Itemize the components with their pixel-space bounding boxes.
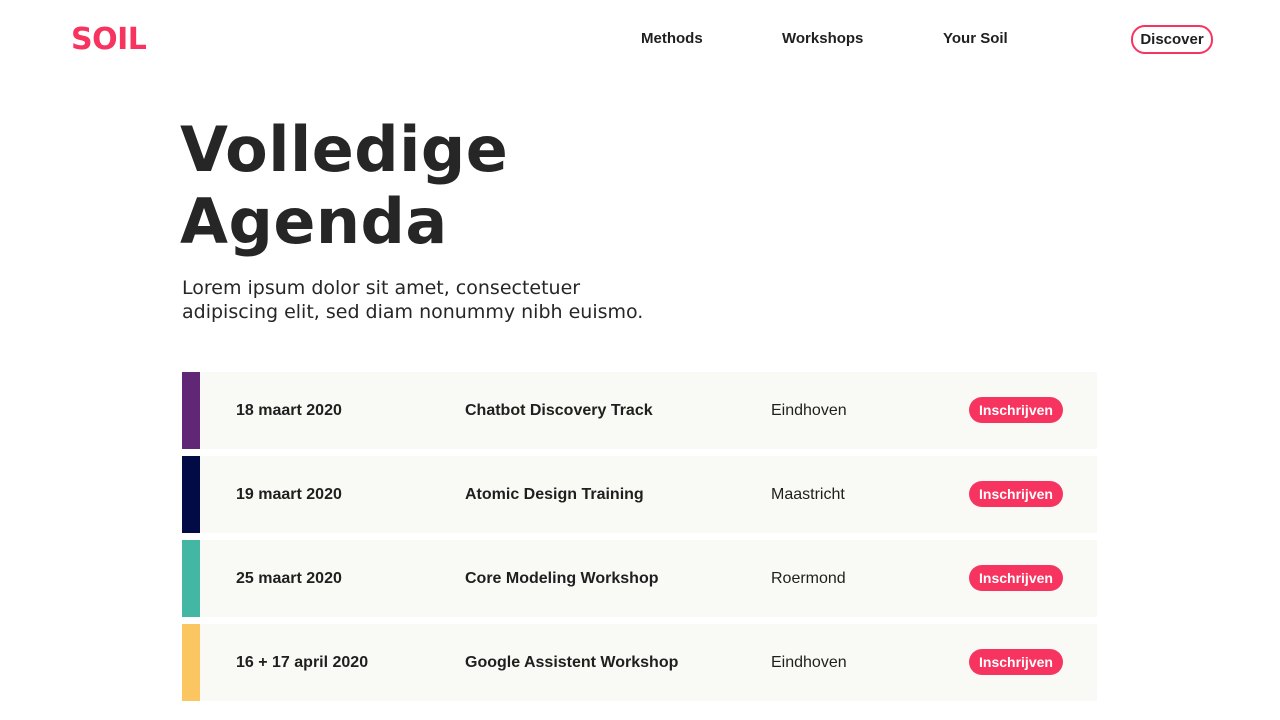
agenda-row: 25 maart 2020 Core Modeling Workshop Roe… <box>182 540 1097 617</box>
signup-button[interactable]: Inschrijven <box>969 649 1063 675</box>
agenda-color-bar <box>182 540 200 617</box>
agenda-row: 18 maart 2020 Chatbot Discovery Track Ei… <box>182 372 1097 449</box>
page-title-line-1: Volledige <box>180 113 509 186</box>
page-title-line-2: Agenda <box>180 185 448 258</box>
agenda-color-bar <box>182 624 200 701</box>
agenda-row: 16 + 17 april 2020 Google Assistent Work… <box>182 624 1097 701</box>
agenda-list: 18 maart 2020 Chatbot Discovery Track Ei… <box>182 372 1097 708</box>
agenda-row: 19 maart 2020 Atomic Design Training Maa… <box>182 456 1097 533</box>
agenda-event-name: Atomic Design Training <box>465 485 644 503</box>
intro-text: Lorem ipsum dolor sit amet, consectetuer… <box>182 276 682 324</box>
signup-button[interactable]: Inschrijven <box>969 397 1063 423</box>
signup-button[interactable]: Inschrijven <box>969 565 1063 591</box>
agenda-event-name: Chatbot Discovery Track <box>465 401 653 419</box>
agenda-color-bar <box>182 372 200 449</box>
agenda-date: 18 maart 2020 <box>236 401 342 419</box>
agenda-location: Eindhoven <box>771 653 847 671</box>
agenda-date: 19 maart 2020 <box>236 485 342 503</box>
discover-button[interactable]: Discover <box>1131 25 1213 54</box>
nav-methods[interactable]: Methods <box>641 29 703 49</box>
agenda-event-name: Core Modeling Workshop <box>465 569 659 587</box>
agenda-date: 25 maart 2020 <box>236 569 342 587</box>
page: SOIL Methods Workshops Your Soil Discove… <box>0 0 1280 720</box>
intro-text-line-1: Lorem ipsum dolor sit amet, consectetuer <box>182 277 581 299</box>
intro-text-line-2: adipiscing elit, sed diam nonummy nibh e… <box>182 301 644 323</box>
nav-workshops[interactable]: Workshops <box>782 29 863 49</box>
agenda-location: Roermond <box>771 569 846 587</box>
agenda-color-bar <box>182 456 200 533</box>
agenda-location: Eindhoven <box>771 401 847 419</box>
soil-logo[interactable]: SOIL <box>71 22 147 58</box>
signup-button[interactable]: Inschrijven <box>969 481 1063 507</box>
page-title: Volledige Agenda <box>180 114 508 258</box>
agenda-location: Maastricht <box>771 485 845 503</box>
agenda-date: 16 + 17 april 2020 <box>236 653 369 671</box>
agenda-event-name: Google Assistent Workshop <box>465 653 679 671</box>
nav-your-soil[interactable]: Your Soil <box>943 29 1008 49</box>
